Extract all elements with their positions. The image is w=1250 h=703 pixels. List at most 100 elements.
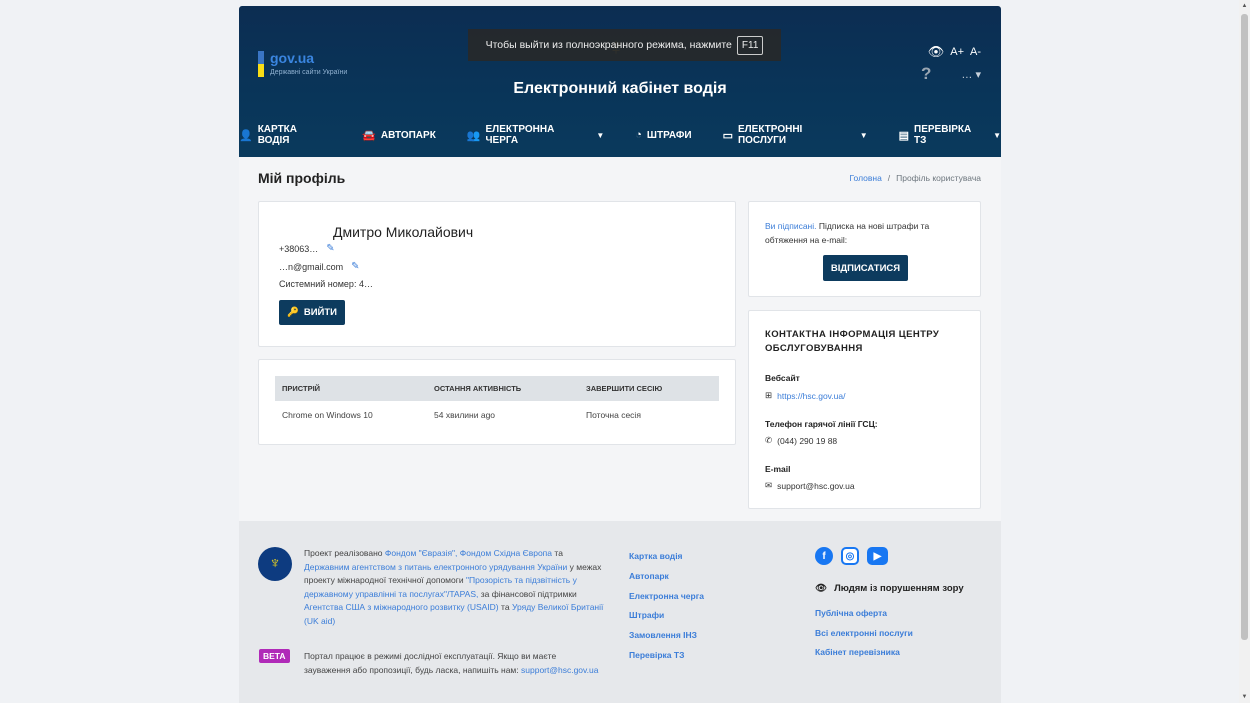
low-vision-label: Людям із порушенням зору <box>834 583 964 594</box>
unsubscribe-button[interactable]: ВІДПИСАТИСЯ <box>823 255 908 281</box>
sessions-card: ПРИСТРІЙ ОСТАННЯ АКТИВНІСТЬ ЗАВЕРШИТИ СЕ… <box>258 359 736 445</box>
column-header-last-activity: ОСТАННЯ АКТИВНІСТЬ <box>434 384 522 393</box>
speedometer-icon: ◔ <box>635 129 642 141</box>
eye-icon: 👁 <box>815 583 828 594</box>
contact-email-label: E-mail <box>765 464 791 474</box>
footer-link[interactable]: Електронна черга <box>629 590 704 602</box>
contact-email-value: support@hsc.gov.ua <box>777 480 855 491</box>
beta-notice-text: Портал працює в режимі дослідної експлуа… <box>304 651 557 675</box>
system-number: Системний номер: 4… <box>279 279 373 289</box>
eurasia-fund-link[interactable]: Фондом "Євразія", <box>385 548 458 558</box>
nav-item-queue[interactable]: 👥 ЕЛЕКТРОННА ЧЕРГА ▼ <box>467 124 604 146</box>
support-email-link[interactable]: support@hsc.gov.ua <box>521 665 598 675</box>
nav-item-fines[interactable]: ◔ ШТРАФИ <box>635 124 691 146</box>
beta-notice: Портал працює в режимі дослідної експлуа… <box>304 649 604 677</box>
breadcrumb-separator: / <box>887 173 891 183</box>
project-and-2: та <box>501 602 510 613</box>
email-value: …n@gmail.com <box>279 261 344 272</box>
sessions-table: ПРИСТРІЙ ОСТАННЯ АКТИВНІСТЬ ЗАВЕРШИТИ СЕ… <box>275 376 719 429</box>
breadcrumb-current: Профіль користувача <box>896 173 981 183</box>
subscription-status: Ви підписані. <box>765 221 817 231</box>
project-prefix: Проект реалізовано <box>304 548 383 558</box>
column-header-device: ПРИСТРІЙ <box>282 384 321 393</box>
accessibility-controls: 👁 A+ A- <box>928 44 981 60</box>
footer-link[interactable]: Замовлення ІНЗ <box>629 629 704 641</box>
usaid-link[interactable]: Агентства США з міжнародного розвитку (U… <box>304 602 499 612</box>
caret-down-icon: ▼ <box>596 130 605 140</box>
user-menu-label: … <box>961 68 973 81</box>
footer-link[interactable]: Перевірка ТЗ <box>629 649 704 661</box>
system-number-value: Системний номер: 4… <box>279 279 373 289</box>
profile-card: Дмитро Миколайович +38063… ✎ …n@gmail.co… <box>258 201 736 347</box>
scroll-up-arrow-icon[interactable]: ▲ <box>1239 0 1250 12</box>
site-header: gov.ua Державні сайти України ♆ Чтобы вы… <box>239 6 1001 157</box>
key-icon: 🔑 <box>287 307 299 318</box>
project-and: та <box>554 548 563 558</box>
caret-down-icon: ▼ <box>993 130 1001 140</box>
low-vision-mode[interactable]: 👁 Людям із порушенням зору <box>815 583 964 594</box>
project-support: за фінансової підтримки <box>480 588 577 599</box>
east-europe-fund-link[interactable]: Фондом Східна Європа <box>460 548 552 558</box>
nav-item-label: КАРТКА ВОДІЯ <box>257 124 297 146</box>
logo-title: gov.ua <box>270 50 315 66</box>
end-session-cell: Поточна сесія <box>586 410 641 420</box>
social-links: f ◎ ▶ <box>815 547 888 565</box>
font-increase-button[interactable]: A+ <box>950 46 964 58</box>
table-header: ПРИСТРІЙ ОСТАННЯ АКТИВНІСТЬ ЗАВЕРШИТИ СЕ… <box>275 376 719 401</box>
page-scrollbar[interactable]: ▲ ▼ <box>1239 0 1250 703</box>
youtube-icon[interactable]: ▶ <box>867 547 888 565</box>
user-menu[interactable]: … ▾ <box>961 68 981 81</box>
breadcrumb-home-link[interactable]: Головна <box>850 173 882 183</box>
beta-badge: BETA <box>259 649 290 663</box>
scroll-down-arrow-icon[interactable]: ▼ <box>1239 691 1250 703</box>
fullscreen-toast: Чтобы выйти из полноэкранного режима, на… <box>468 29 781 61</box>
nav-item-vehicle-check[interactable]: ▤ ПЕРЕВІРКА ТЗ ▼ <box>899 124 1001 146</box>
subscription-text: Ви підписані. Підписка на нові штрафи та… <box>765 219 969 247</box>
egov-agency-link[interactable]: Державним агентством з питань електронно… <box>304 562 567 572</box>
nav-item-driver-card[interactable]: 👤 КАРТКА ВОДІЯ <box>239 124 331 146</box>
footer-links-secondary: Публічна оферта Всі електронні послуги К… <box>815 607 913 658</box>
instagram-icon[interactable]: ◎ <box>841 547 859 565</box>
website-row: ⊞ https://hsc.gov.ua/ <box>765 390 845 401</box>
logout-button[interactable]: 🔑 ВИЙТИ <box>279 300 345 325</box>
logout-label: ВИЙТИ <box>303 307 337 318</box>
last-activity-cell: 54 хвилини ago <box>434 410 496 420</box>
fullscreen-key: F11 <box>736 35 764 55</box>
phone-icon: ✆ <box>765 435 773 445</box>
gov-ua-logo[interactable]: gov.ua Державні сайти України <box>258 51 347 77</box>
nav-item-fleet[interactable]: 🚘 АВТОПАРК <box>362 124 436 146</box>
facebook-icon[interactable]: f <box>815 547 833 565</box>
caret-down-icon: ▼ <box>859 130 868 140</box>
footer-links: Картка водія Автопарк Електронна черга Ш… <box>629 550 704 661</box>
scroll-thumb[interactable] <box>1241 14 1248 640</box>
footer-link[interactable]: Кабінет перевізника <box>815 646 913 658</box>
nav-item-label: ЕЛЕКТРОННІ ПОСЛУГИ <box>737 124 803 146</box>
project-info: Проект реалізовано Фондом "Євразія", Фон… <box>304 547 604 629</box>
edit-phone-icon[interactable]: ✎ <box>326 243 334 254</box>
website-link[interactable]: https://hsc.gov.ua/ <box>777 391 845 401</box>
font-decrease-button[interactable]: A- <box>970 46 981 58</box>
user-name: Дмитро Миколайович <box>333 224 474 240</box>
footer-link[interactable]: Автопарк <box>629 570 704 582</box>
nav-item-label: ПЕРЕВІРКА ТЗ <box>914 124 972 146</box>
users-icon: 👥 <box>466 129 481 142</box>
nav-item-label: ЕЛЕКТРОННА ЧЕРГА <box>485 124 555 146</box>
chevron-down-icon: ▾ <box>975 68 981 81</box>
hotline-row: ✆ (044) 290 19 88 <box>765 435 837 446</box>
edit-email-icon[interactable]: ✎ <box>351 261 359 272</box>
cabinet-title: Електронний кабінет водія <box>513 80 727 97</box>
footer-link[interactable]: Публічна оферта <box>815 607 913 619</box>
nav-item-eservices[interactable]: ▭ ЕЛЕКТРОННІ ПОСЛУГИ ▼ <box>723 124 868 146</box>
page-container: gov.ua Державні сайти України ♆ Чтобы вы… <box>239 6 1001 703</box>
eye-icon[interactable]: 👁 <box>928 44 945 60</box>
footer-link[interactable]: Картка водія <box>629 550 704 562</box>
nav-item-label: ШТРАФИ <box>646 129 692 141</box>
footer-link[interactable]: Штрафи <box>629 609 704 621</box>
car-icon: 🚘 <box>362 129 376 142</box>
footer-link[interactable]: Всі електронні послуги <box>815 627 913 639</box>
id-card-icon: ▤ <box>898 129 910 142</box>
hotline-label: Телефон гарячої лінії ГСЦ: <box>765 419 878 429</box>
breadcrumb: Головна / Профіль користувача <box>850 173 982 183</box>
nav-item-label: АВТОПАРК <box>380 129 436 141</box>
site-footer: ♆ Проект реалізовано Фондом "Євразія", Ф… <box>239 521 1001 703</box>
